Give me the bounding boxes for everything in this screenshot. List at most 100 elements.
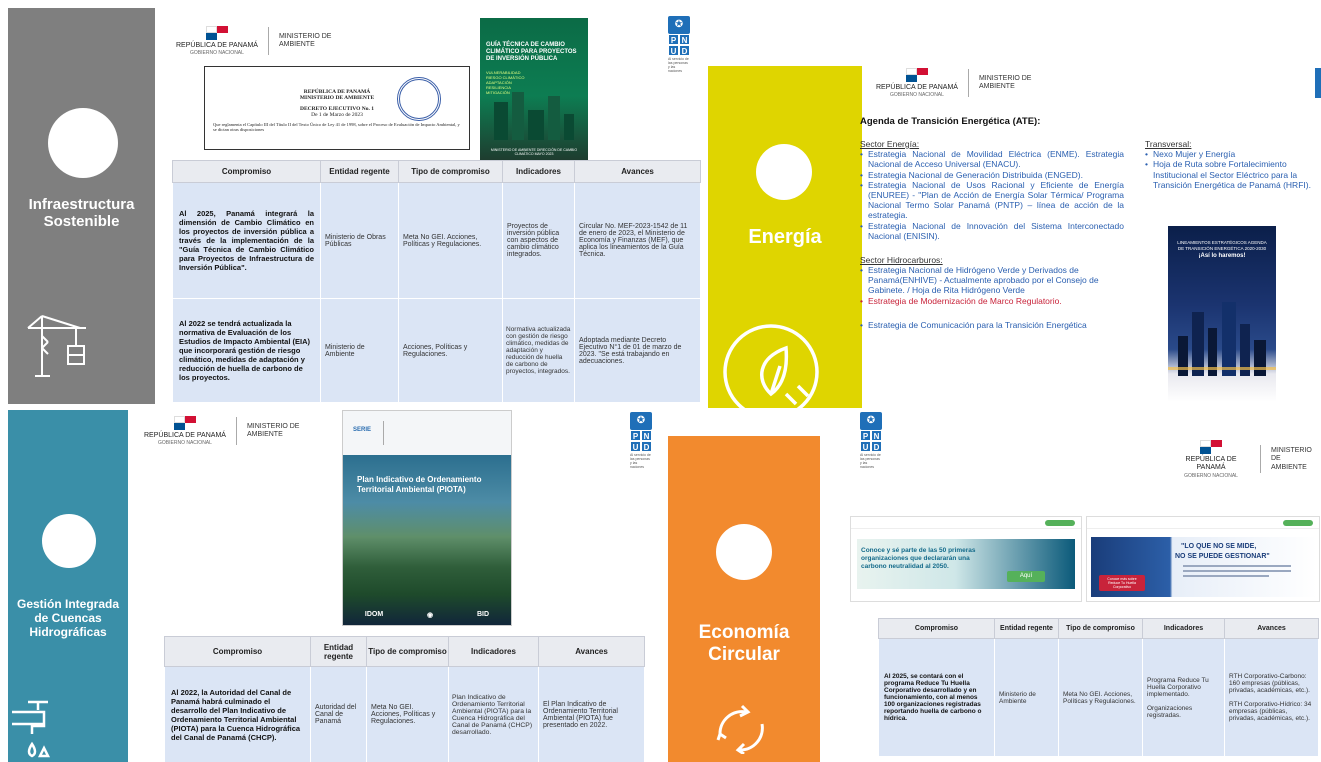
banner-button[interactable]: Aquí <box>1007 571 1045 582</box>
undp-logo: ✪ PN UD Al servicio de las personas y la… <box>860 412 882 469</box>
item-text: Estrategia de Modernización de Marco Reg… <box>868 295 1062 306</box>
web-banner-2: "LO QUE NO SE MIDE, NO SE PUEDE GESTIONA… <box>1086 516 1320 602</box>
cell-indicadores: Proyectos de inversión pública con aspec… <box>502 182 575 299</box>
side-bar: Infraestructura Sostenible <box>8 8 155 404</box>
slide-title: Gestión Integrada de Cuencas Hidrográfic… <box>8 597 128 639</box>
undp-letter: U <box>668 45 679 56</box>
republic-label: REPÚBLICA DE PANAMÁ <box>1185 456 1237 472</box>
list-item: • Nexo Mujer y Energía <box>1145 149 1236 160</box>
list-item: • Estrategia de Comunicación para la Tran… <box>860 319 1087 330</box>
circle-decoration <box>48 108 118 178</box>
undp-letter: D <box>679 45 690 56</box>
republic-label: REPÚBLICA DE PANAMÁ <box>176 42 258 49</box>
cell-avances: El Plan Indicativo de Ordenamiento Terri… <box>538 666 645 762</box>
header-indicadores: Indicadores <box>502 160 575 183</box>
republic-label: REPÚBLICA DE PANAMÁ <box>876 84 958 91</box>
item-text: Estrategia Nacional de Movilidad Eléctri… <box>868 149 1124 170</box>
undp-letter: D <box>871 441 882 452</box>
transversal-label: Transversal: <box>1145 139 1192 149</box>
cell-entidad: Autoridad del Canal de Panamá <box>310 666 367 762</box>
undp-note: Al servicio de las personas y las nacion… <box>860 453 881 469</box>
cover-skyline <box>1168 296 1276 376</box>
cell-tipo: Acciones, Políticas y Regulaciones. <box>398 298 503 403</box>
title-line-2: Circular <box>708 643 780 665</box>
title-line-2: de Cuencas <box>34 610 102 625</box>
cell-tipo: Meta No GEI. Acciones, Políticas y Regul… <box>1058 638 1143 757</box>
undp-note: Al servicio de las personas y las nacion… <box>668 57 689 73</box>
header-avances: Avances <box>538 636 645 667</box>
slide-economia-circular: Economía Circular ✪ PN UD Al servicio de… <box>668 412 1321 762</box>
cell-avances: RTH Corporativo-Carbono: 160 empresas (p… <box>1224 638 1319 757</box>
energy-left-column: Sector Energía: • Estrategia Nacional de … <box>860 139 1124 330</box>
header-tipo: Tipo de compromiso <box>1058 618 1143 639</box>
header-entidad: Entidad regente <box>310 636 367 667</box>
banner-button[interactable]: Conoce más sobre Reduce Tu Huella Corpor… <box>1099 575 1145 591</box>
table-row: Al 2025, Panamá integrará la dimensión d… <box>172 182 701 299</box>
seal-icon <box>397 77 441 121</box>
item-text: Hoja de Ruta sobre Fortalecimiento Insti… <box>1153 159 1311 190</box>
canal-logo-icon: ◉ <box>427 612 434 619</box>
header-entidad: Entidad regente <box>320 160 399 183</box>
slide-infraestructura: Infraestructura Sostenible REPÚBLICA DE … <box>8 8 703 404</box>
title-line-1: Gestión Integrada <box>16 597 120 611</box>
undp-logo-partial <box>1315 68 1321 98</box>
flag-icon <box>173 416 196 430</box>
side-bar: Gestión Integrada de Cuencas Hidrográfic… <box>8 410 128 762</box>
national-label: GOBIERNO NACIONAL <box>1184 472 1238 479</box>
cell-compromiso: Al 2025, Panamá integrará la dimensión d… <box>172 182 321 299</box>
header-tipo: Tipo de compromiso <box>398 160 503 183</box>
undp-letter: N <box>679 34 690 45</box>
list-item: • Hoja de Ruta sobre Fortalecimiento Inst… <box>1145 159 1311 190</box>
commitments-table: Compromiso Entidad regente Tipo de compr… <box>172 160 701 403</box>
undp-letter: N <box>871 430 882 441</box>
undp-letter: P <box>860 430 871 441</box>
circle-decoration <box>716 524 772 580</box>
energy-heading: Agenda de Transición Energética (ATE): <box>860 116 1041 127</box>
table-row: Al 2025, se contará con el programa Redu… <box>878 638 1319 757</box>
cell-compromiso: Al 2025, se contará con el programa Redu… <box>878 638 995 757</box>
list-item: • Estrategia Nacional de Hidrógeno Verde … <box>860 265 1099 296</box>
government-logo: REPÚBLICA DE PANAMÁ GOBIERNO NACIONAL MIN… <box>876 68 1031 98</box>
cell-entidad: Ministerio de Obras Públicas <box>320 182 399 299</box>
undp-logo: ✪ PN UD Al servicio de las personas y la… <box>668 16 690 73</box>
ministry-line-1: MINISTERIO DE <box>246 422 300 430</box>
header-avances: Avances <box>1224 618 1319 639</box>
crane-icon <box>27 315 86 377</box>
header-compromiso: Compromiso <box>172 160 321 183</box>
flag-icon <box>1200 440 1223 454</box>
cover-title: GUÍA TÉCNICA DE CAMBIO CLIMÁTICO PARA PR… <box>486 42 577 63</box>
undp-logo: ✪ PN UD Al servicio de las personas y la… <box>630 412 652 469</box>
list-item: • Estrategia Nacional de Generación Distr… <box>860 169 1083 180</box>
ministry-line-1: MINISTERIO DE <box>278 32 332 40</box>
header-entidad: Entidad regente <box>994 618 1059 639</box>
leaf-plug-icon <box>723 324 819 408</box>
table-row: Al 2022, la Autoridad del Canal de Panam… <box>164 666 645 762</box>
faucet-icon <box>12 700 51 758</box>
cell-avances: Adoptada mediante Decreto Ejecutivo N°1 … <box>574 298 701 403</box>
title-line-1: Economía <box>698 622 790 643</box>
side-bar: Economía Circular <box>668 436 820 762</box>
slide-title: Economía Circular <box>668 622 820 666</box>
list-item: • Estrategia de Modernización de Marco Re… <box>860 295 1062 306</box>
cell-indicadores: Programa Reduce Tu Huella Corporativo im… <box>1142 638 1225 757</box>
commitments-table: Compromiso Entidad regente Tipo de compr… <box>164 636 645 762</box>
title-line-3: Hidrográficas <box>29 624 107 639</box>
title-line-1: Infraestructura <box>28 196 135 213</box>
ministry-line-1: MINISTERIO DE <box>1271 446 1312 463</box>
cell-indicadores: Normativa actualizada con gestión de rie… <box>502 298 575 403</box>
energy-right-column: Transversal: • Nexo Mujer y Energía • Hoja… <box>1145 139 1311 190</box>
ministry-line-2: AMBIENTE <box>978 83 1015 91</box>
national-label: GOBIERNO NACIONAL <box>190 50 244 57</box>
banner-text: Conoce y sé parte de las 50 primeras org… <box>861 547 976 571</box>
table-row: Al 2022 se tendrá actualizada la normati… <box>172 298 701 403</box>
title-line-2: Sostenible <box>43 213 120 231</box>
slide-energia: Energía REPÚBLICA DE PANAMÁ GOBIERNO NACI… <box>708 66 1321 408</box>
cover-title: Plan Indicativo de Ordenamiento Territor… <box>357 475 482 494</box>
undp-letter: U <box>630 441 641 452</box>
side-bar: Energía <box>708 66 862 408</box>
circle-decoration <box>42 514 96 568</box>
national-label: GOBIERNO NACIONAL <box>890 92 944 99</box>
list-item: • Estrategia Nacional de Innovación del S… <box>860 220 1124 241</box>
header-indicadores: Indicadores <box>1142 618 1225 639</box>
cell-entidad: Ministerio de Ambiente <box>320 298 399 403</box>
